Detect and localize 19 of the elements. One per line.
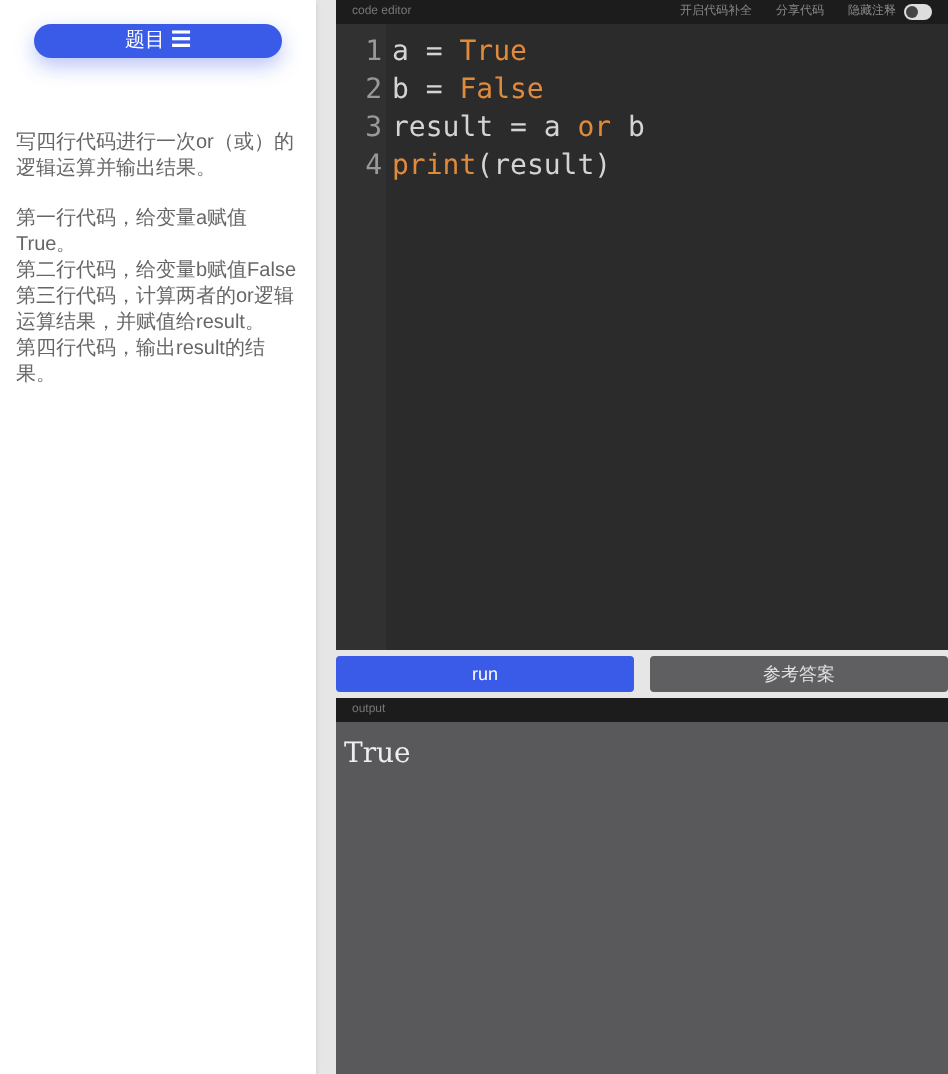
task-description: 写四行代码进行一次or（或）的逻辑运算并输出结果。 xyxy=(16,130,296,182)
task-description: 第四行代码，输出result的结果。 xyxy=(16,336,267,388)
run-button[interactable]: run xyxy=(336,656,634,692)
line-number: 4 xyxy=(365,148,382,186)
code-line: b = False xyxy=(392,72,546,110)
task-description: 第一行代码，给变量a赋值True。 xyxy=(16,206,250,258)
line-number: 2 xyxy=(365,72,382,110)
code-line: a = True xyxy=(392,34,529,72)
code-editor[interactable]: 1 2 3 4 a = True b = False result = a or b print(result) xyxy=(336,24,948,650)
comment-toggle[interactable] xyxy=(904,4,932,20)
code-line: print(result) xyxy=(392,148,614,186)
answer-button[interactable]: 参考答案 xyxy=(650,656,948,692)
line-number: 3 xyxy=(365,110,382,148)
topic-button[interactable]: 题目 ☰ xyxy=(34,24,282,58)
output-text: True xyxy=(344,738,411,770)
task-description: 第三行代码，计算两者的or逻辑运算结果，并赋值给result。 xyxy=(16,284,296,336)
code-line: result = a or b xyxy=(392,110,645,148)
line-number: 1 xyxy=(365,34,382,72)
task-description: 第二行代码，给变量b赋值False xyxy=(16,258,299,284)
